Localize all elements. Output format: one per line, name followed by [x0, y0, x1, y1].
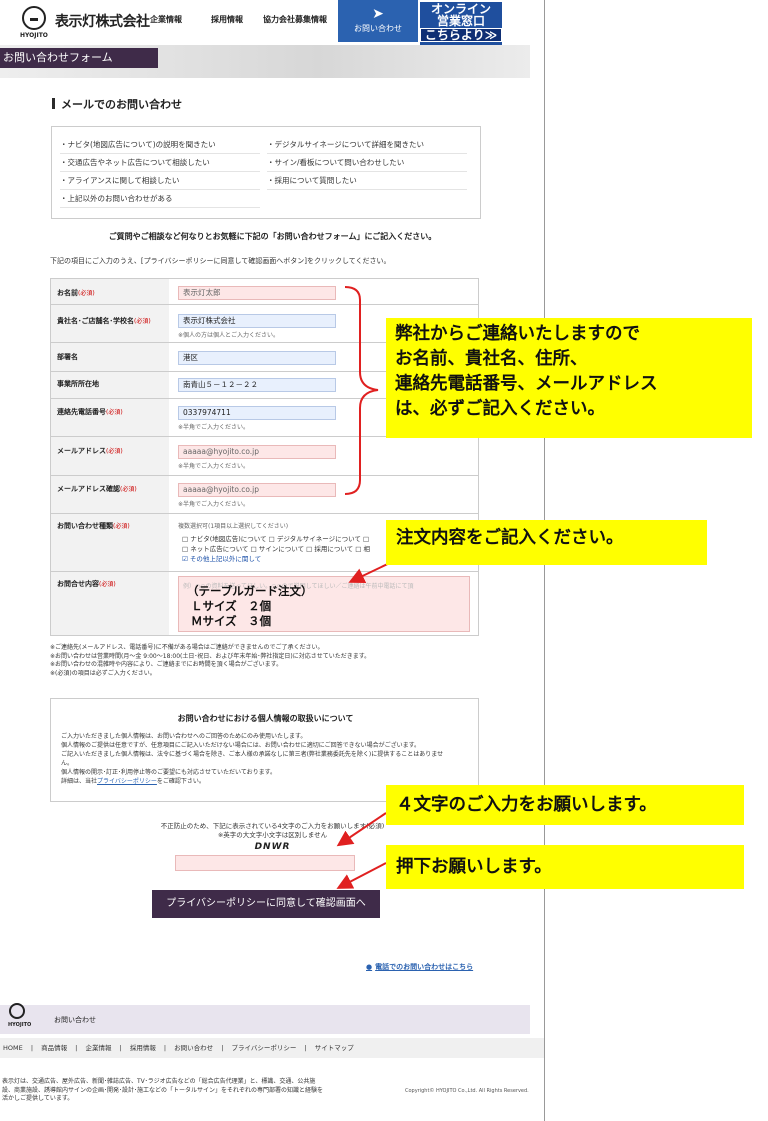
arrow-to-submit: [336, 862, 387, 889]
annotation-press: 押下お願いします。: [386, 845, 744, 889]
arrow-to-captcha: [336, 812, 387, 847]
required-bracket: [344, 286, 379, 495]
annotation-required-fields: 弊社からご連絡いたしますので お名前、貴社名、住所、 連絡先電話番号、メールアド…: [386, 318, 752, 438]
annotation-order-content: 注文内容をご記入ください。: [386, 520, 707, 565]
annotation-captcha: ４文字のご入力をお願いします。: [386, 785, 744, 825]
